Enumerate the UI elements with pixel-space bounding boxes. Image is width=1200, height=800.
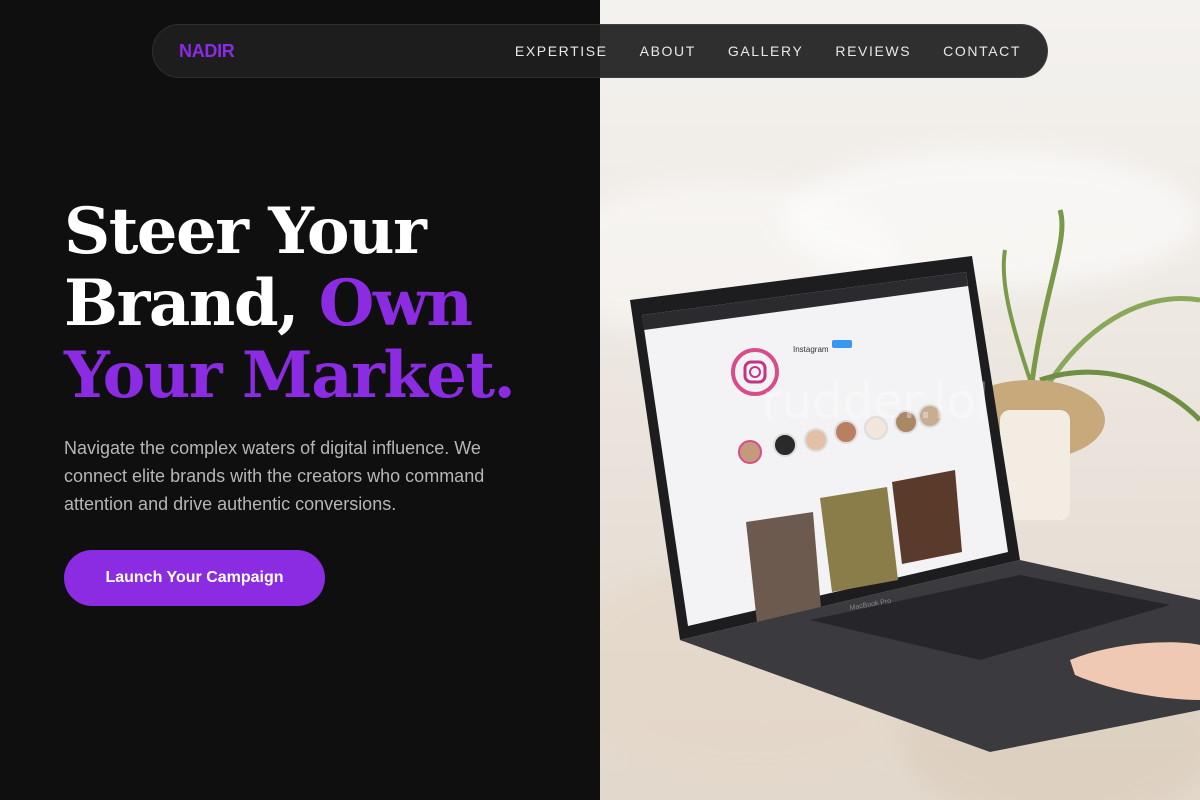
laptop-illustration: Instagram rudder.lol MacBook Pro <box>630 209 1200 752</box>
nav-link-expertise[interactable]: EXPERTISE <box>515 43 608 59</box>
nav-link-contact[interactable]: CONTACT <box>943 43 1021 59</box>
screen-app-name: Instagram <box>793 345 829 354</box>
nav-links: EXPERTISE ABOUT GALLERY REVIEWS CONTACT <box>515 43 1021 59</box>
top-navigation: NADIR EXPERTISE ABOUT GALLERY REVIEWS CO… <box>152 24 1048 78</box>
brand-logo[interactable]: NADIR <box>179 41 235 62</box>
nav-link-gallery[interactable]: GALLERY <box>728 43 804 59</box>
watermark-text: rudder.lol <box>762 374 989 430</box>
hero-subtext: Navigate the complex waters of digital i… <box>64 438 485 514</box>
headline-accent-1: Own <box>318 266 473 341</box>
headline-line-2: Brand, <box>64 266 299 341</box>
nav-link-about[interactable]: ABOUT <box>640 43 696 59</box>
hero-headline: Steer Your Brand, Own Your Market. <box>64 196 584 412</box>
nav-link-reviews[interactable]: REVIEWS <box>835 43 911 59</box>
launch-campaign-button[interactable]: Launch Your Campaign <box>64 550 325 606</box>
headline-line-1: Steer Your <box>64 194 427 269</box>
headline-accent-2: Your Market. <box>64 338 516 413</box>
hero-image-panel: Instagram rudder.lol MacBook Pro <box>600 0 1200 800</box>
